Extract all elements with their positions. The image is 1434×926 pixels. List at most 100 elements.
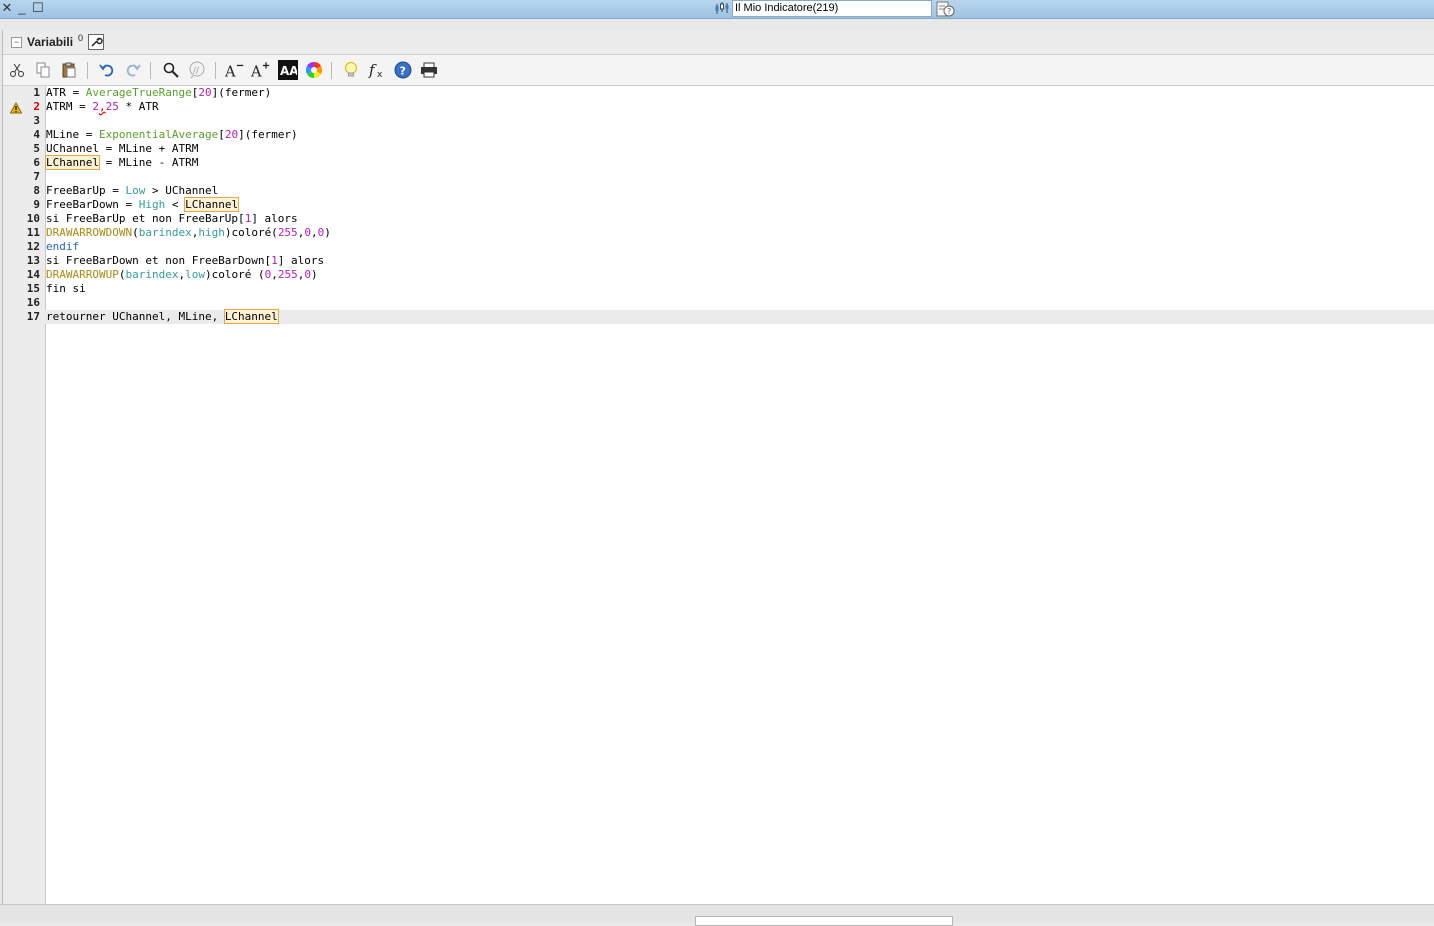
code-draw-function: DRAWARROWUP (46, 268, 119, 281)
code-editor[interactable]: 1 2 3 4 5 6 7 8 9 10 11 12 13 14 15 16 1… (3, 86, 1434, 904)
line-number: 1 (33, 86, 40, 99)
code-line-8[interactable]: FreeBarUp = Low > UChannel (45, 184, 1434, 198)
indicator-name-field[interactable]: Il Mio Indicatore(219) (732, 0, 932, 17)
copy-icon[interactable] (33, 60, 53, 80)
minimize-button[interactable]: _ (15, 0, 29, 16)
code-text: ](fermer) (211, 86, 272, 99)
code-line-5[interactable]: UChannel = MLine + ATRM (45, 142, 1434, 156)
increase-font-icon[interactable]: A (251, 60, 271, 80)
code-number: 0 (304, 226, 311, 239)
code-text: UChannel = MLine + ATRM (46, 142, 199, 155)
candlestick-chart-icon (714, 1, 730, 16)
close-button[interactable]: ✕ (0, 0, 14, 16)
code-text: )coloré( (224, 226, 278, 239)
code-line-10[interactable]: si FreeBarUp et non FreeBarUp[1] alors (45, 212, 1434, 226)
line-number: 17 (26, 310, 40, 323)
variables-count: 0 (78, 33, 84, 43)
code-text: FreeBarUp = (46, 184, 126, 197)
code-line-13[interactable]: si FreeBarDown et non FreeBarDown[1] alo… (45, 254, 1434, 268)
decrease-font-icon[interactable]: A (225, 60, 245, 80)
line-number: 5 (33, 142, 40, 155)
print-icon[interactable] (419, 60, 439, 80)
code-number: 2 (92, 100, 99, 113)
code-text: ( (132, 226, 139, 239)
svg-text:?: ? (400, 65, 406, 78)
line-number: 16 (26, 296, 40, 309)
line-number-error: 2 (33, 100, 40, 113)
code-number: 255 (277, 268, 298, 281)
code-number: 255 (277, 226, 298, 239)
line-number: 11 (26, 226, 40, 239)
line-number: 8 (33, 184, 40, 197)
code-text: ATRM = (46, 100, 93, 113)
color-wheel-icon[interactable] (304, 60, 324, 80)
code-text: ](fermer) (238, 128, 298, 141)
code-draw-function: DRAWARROWDOWN (46, 226, 133, 239)
code-number: 20 (198, 86, 212, 99)
code-text: , (310, 226, 318, 239)
variables-label: Variabili (27, 35, 74, 49)
font-style-icon[interactable]: AA (278, 60, 298, 80)
code-text: si FreeBarUp et non FreeBarUp[ (46, 212, 245, 225)
paste-icon[interactable] (59, 60, 79, 80)
code-text: , (271, 268, 278, 281)
code-text: retourner UChannel, MLine, (46, 310, 225, 323)
status-field[interactable] (695, 916, 953, 926)
comment-icon[interactable]: // (187, 60, 207, 80)
code-line-15[interactable]: fin si (45, 282, 1434, 296)
code-line-1[interactable]: ATR = AverageTrueRange[20](fermer) (45, 86, 1434, 100)
line-number-gutter: 1 2 3 4 5 6 7 8 9 10 11 12 13 14 15 16 1… (3, 86, 46, 904)
help-icon[interactable]: ? (393, 60, 413, 80)
code-line-9[interactable]: FreeBarDown = High < LChannel (45, 197, 1434, 212)
code-text: ) (324, 226, 331, 239)
code-line-14[interactable]: DRAWARROWUP(barindex,low)coloré (0,255,0… (45, 268, 1434, 282)
redo-icon[interactable] (123, 60, 143, 80)
code-text: > UChannel (145, 184, 219, 197)
svg-text:A: A (251, 64, 262, 79)
code-text: si FreeBarDown et non FreeBarDown[ (46, 254, 272, 267)
svg-text:?: ? (947, 7, 951, 16)
maximize-button[interactable]: ☐ (31, 0, 45, 16)
toolbar-separator (150, 62, 151, 79)
wrench-icon[interactable] (88, 34, 104, 50)
code-keyword: barindex (125, 268, 179, 281)
code-line-11[interactable]: DRAWARROWDOWN(barindex,high)coloré(255,0… (45, 226, 1434, 240)
lightbulb-icon[interactable] (341, 60, 361, 80)
code-number: 25 (105, 100, 119, 113)
undo-icon[interactable] (97, 60, 117, 80)
code-line-17-current[interactable]: retourner UChannel, MLine, LChannel (45, 309, 1434, 324)
code-line-6[interactable]: LChannel = MLine - ATRM (45, 155, 1434, 170)
code-keyword: low (185, 268, 205, 281)
line-number: 9 (33, 198, 40, 211)
line-number: 15 (26, 282, 40, 295)
line-number: 14 (26, 268, 40, 281)
doc-help-icon[interactable]: ? (936, 1, 956, 17)
code-line-12[interactable]: endif (45, 240, 1434, 254)
variables-header: − Variabili 0 (3, 30, 1434, 55)
code-text: * ATR (118, 100, 159, 113)
line-number: 12 (26, 240, 40, 253)
code-line-4[interactable]: MLine = ExponentialAverage[20](fermer) (45, 128, 1434, 142)
code-keyword: barindex (138, 226, 192, 239)
line-number: 6 (33, 156, 40, 169)
code-text: = MLine - ATRM (98, 156, 199, 169)
svg-text:f: f (368, 61, 377, 79)
window-titlebar: ✕ _ ☐ Il Mio Indicatore(219) ? (0, 0, 1434, 19)
code-highlighted-identifier: LChannel (223, 309, 279, 324)
code-line-2[interactable]: ATRM = 2,25 * ATR (45, 100, 1434, 114)
svg-text:AA: AA (280, 64, 297, 78)
scissors-icon[interactable] (7, 60, 27, 80)
code-text: ATR = (46, 86, 86, 99)
svg-text://: // (193, 66, 200, 76)
search-icon[interactable] (161, 60, 181, 80)
code-text: ) (310, 268, 318, 281)
code-highlighted-identifier: LChannel (45, 155, 100, 170)
line-number: 4 (33, 128, 40, 141)
toolbar-separator (215, 62, 216, 79)
editor-panel: − Variabili 0 // A A AA f x ? 1 2 3 4 5 … (2, 30, 1434, 904)
collapse-button[interactable]: − (11, 37, 22, 48)
function-icon[interactable]: fx (367, 60, 387, 80)
code-function: ExponentialAverage (98, 128, 219, 141)
line-number: 13 (26, 254, 40, 267)
code-text: fin si (46, 282, 86, 295)
